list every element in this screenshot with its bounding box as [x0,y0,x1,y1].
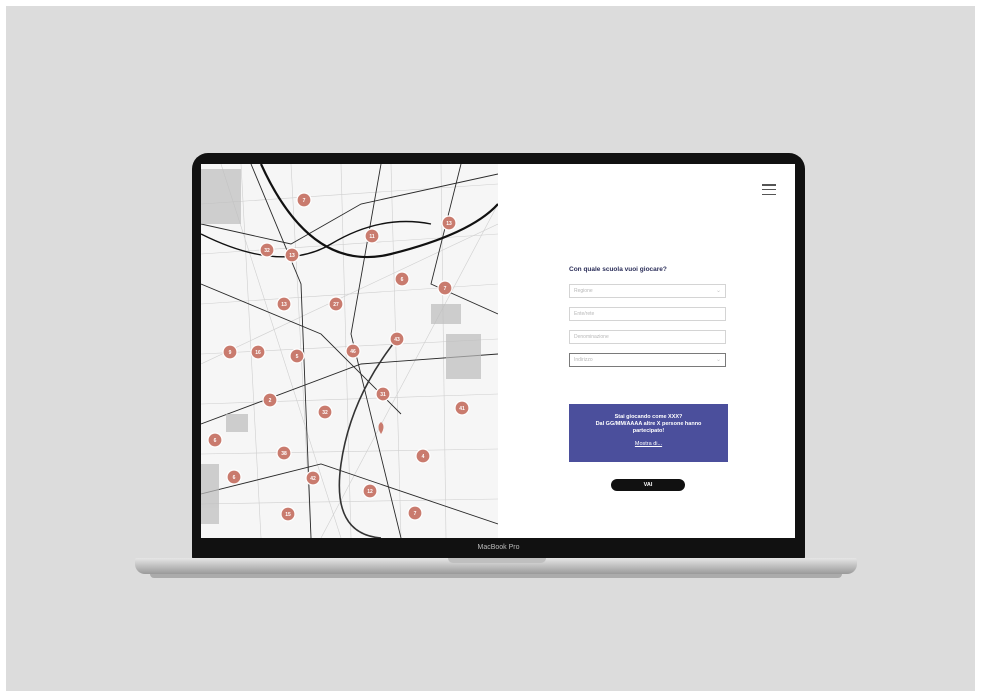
svg-text:9: 9 [229,350,232,356]
city-map[interactable]: 7 11 13 32 13 6 7 13 27 43 9 16 5 46 31 2 32 41 6 38 6… [201,164,498,538]
question-heading: Con quale scuola vuoi giocare? [569,266,667,273]
svg-text:4: 4 [422,454,425,460]
svg-text:13: 13 [446,221,452,227]
svg-text:5: 5 [296,354,299,360]
laptop-base-shadow [150,574,842,578]
device-label: MacBook Pro [477,544,520,551]
info-line-1: Stai giocando come XXX? [614,414,683,420]
chevron-down-icon: ⌄ [715,357,721,363]
svg-text:13: 13 [289,253,295,259]
svg-text:6: 6 [401,277,404,283]
svg-text:32: 32 [264,248,270,254]
svg-text:7: 7 [444,286,447,292]
svg-text:31: 31 [380,392,386,398]
svg-text:7: 7 [414,511,417,517]
info-line-2: Dal GG/MM/AAAA altre X persone hanno par… [595,421,702,434]
form-panel: Con quale scuola vuoi giocare? Regione ⌄… [498,164,795,538]
vai-button[interactable]: VAI [611,479,685,491]
svg-text:15: 15 [285,512,291,518]
svg-text:38: 38 [281,451,287,457]
show-more-link[interactable]: Mostra di... [569,441,728,448]
svg-text:32: 32 [322,410,328,416]
svg-text:7: 7 [303,198,306,204]
svg-text:27: 27 [333,302,339,308]
svg-text:6: 6 [214,438,217,444]
svg-text:13: 13 [281,302,287,308]
svg-text:41: 41 [459,406,465,412]
map-panel[interactable]: 7 11 13 32 13 6 7 13 27 43 9 16 5 46 31 2 32 41 6 38 6… [201,164,498,538]
svg-text:46: 46 [350,349,356,355]
svg-text:12: 12 [367,489,373,495]
denominazione-input[interactable]: Denominazione [569,330,726,344]
svg-text:6: 6 [233,475,236,481]
region-select[interactable]: Regione ⌄ [569,284,726,298]
indirizzo-select[interactable]: Indirizzo ⌄ [569,353,726,367]
laptop-screen: 7 11 13 32 13 6 7 13 27 43 9 16 5 46 31 2 32 41 6 38 6… [201,164,795,538]
svg-text:2: 2 [269,398,272,404]
chevron-down-icon: ⌄ [715,288,721,294]
svg-text:42: 42 [310,476,316,482]
svg-text:43: 43 [394,337,400,343]
svg-text:11: 11 [369,234,375,240]
laptop-notch [448,558,546,563]
ente-input[interactable]: Ente/rete [569,307,726,321]
hamburger-menu-icon[interactable] [762,184,776,195]
info-box: Stai giocando come XXX? Dal GG/MM/AAAA a… [569,404,728,462]
svg-text:16: 16 [255,350,261,356]
